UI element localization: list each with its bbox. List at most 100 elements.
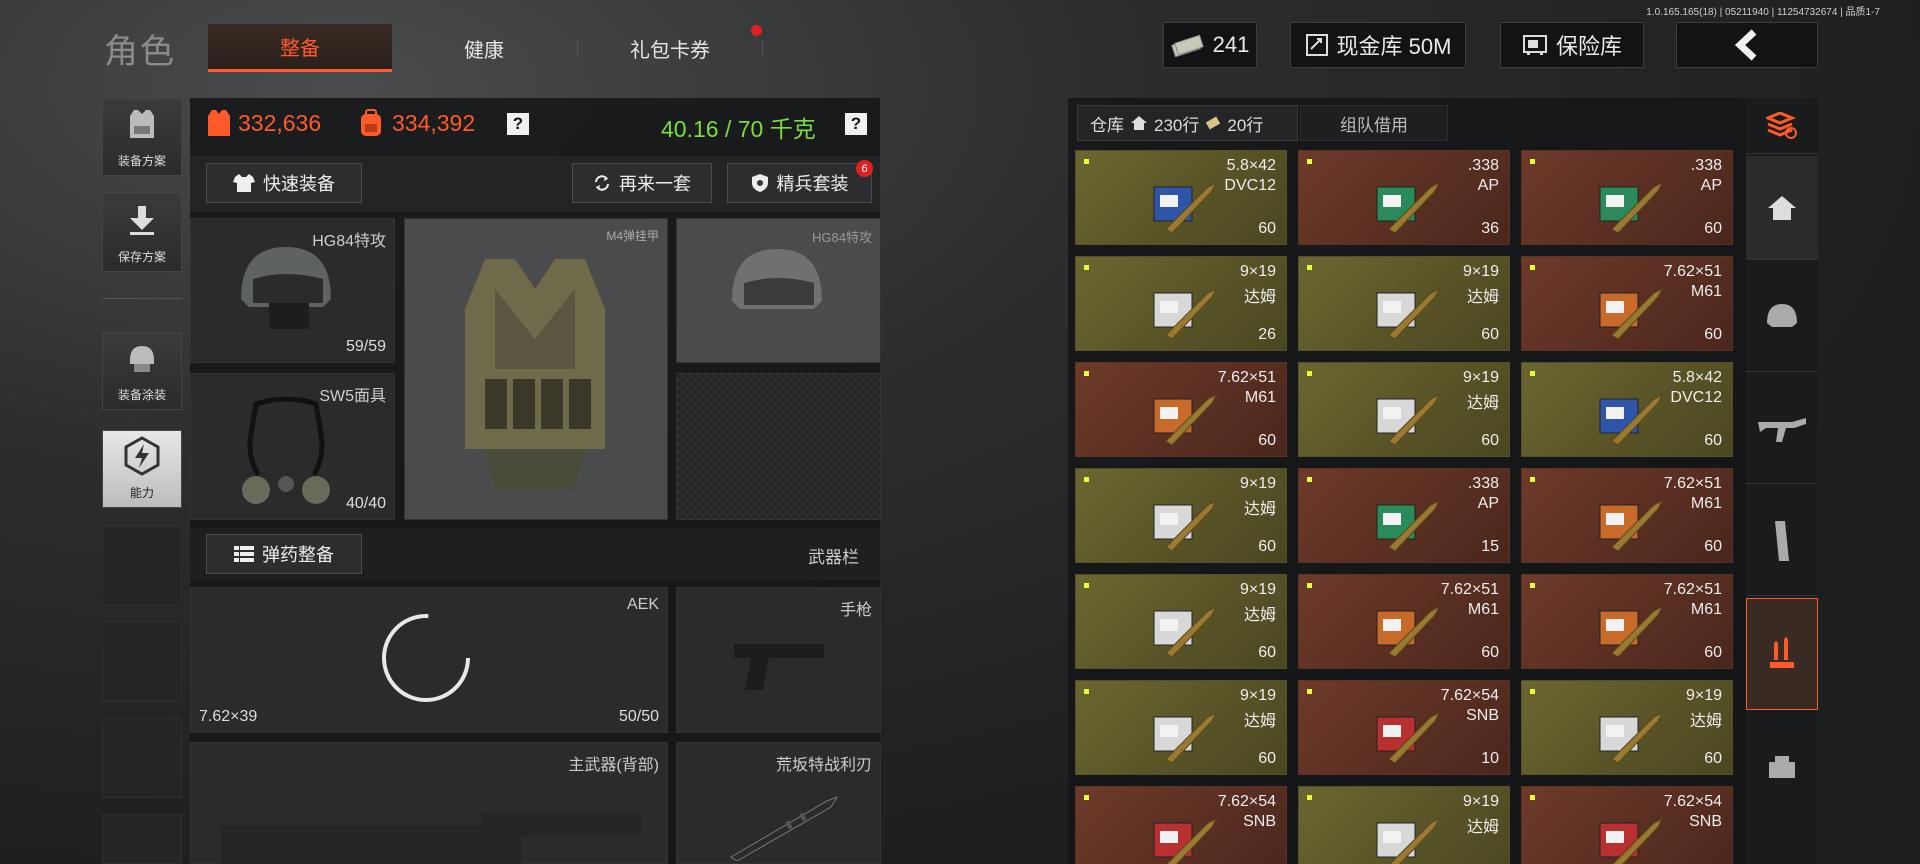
- pistol-silhouette-icon: [734, 644, 824, 690]
- category-tab-magazine[interactable]: [1746, 486, 1818, 596]
- ammo-icon: [1770, 637, 1794, 668]
- ammo-box-icon: [1599, 499, 1664, 551]
- category-tab-gear[interactable]: [1746, 712, 1818, 822]
- backpack-icon: [361, 109, 381, 136]
- safe-button[interactable]: 保险库: [1500, 22, 1644, 68]
- tab-equip[interactable]: 整备: [208, 24, 392, 72]
- knife-slot[interactable]: 荒坂特战利刃: [676, 742, 881, 864]
- item-caliber: 7.62×51: [1663, 581, 1722, 598]
- item-name: 达姆: [1466, 289, 1499, 306]
- item-quantity: 26: [1258, 326, 1276, 343]
- category-tab-home[interactable]: [1746, 156, 1818, 260]
- item-caliber: 7.62×54: [1440, 687, 1499, 704]
- storage-item[interactable]: 7.62×51 M61 60: [1521, 256, 1733, 351]
- storage-item[interactable]: 7.62×51 M61 60: [1075, 362, 1287, 457]
- storage-item[interactable]: 7.62×51 M61 60: [1521, 574, 1733, 669]
- home-icon: [1768, 195, 1796, 220]
- storage-item[interactable]: 9×19 达姆 26: [1075, 256, 1287, 351]
- item-name: M61: [1690, 601, 1722, 618]
- storage-item[interactable]: 7.62×54 SNB: [1075, 786, 1287, 864]
- item-name: 达姆: [1466, 819, 1499, 836]
- tab-health[interactable]: 健康: [392, 24, 576, 72]
- category-tab-rifle[interactable]: [1746, 374, 1818, 484]
- category-tab-helmet[interactable]: [1746, 262, 1818, 372]
- sidebar-item-ability[interactable]: 能力: [102, 430, 182, 508]
- sidebar-item-label: 保存方案: [117, 250, 166, 264]
- safe-label: 保险库: [1555, 34, 1622, 59]
- quick-equip-button[interactable]: 快速装备: [206, 163, 362, 203]
- storage-item[interactable]: 9×19 达姆 60: [1075, 468, 1287, 563]
- again-button[interactable]: 再来一套: [572, 163, 712, 203]
- category-tab-ammo[interactable]: [1746, 598, 1818, 710]
- storage-item[interactable]: 9×19 达姆 60: [1075, 574, 1287, 669]
- currency-button[interactable]: 241: [1163, 22, 1257, 68]
- storage-item[interactable]: 7.62×54 SNB: [1521, 786, 1733, 864]
- storage-rows-main: 230行: [1154, 115, 1200, 135]
- back-weapon-slot[interactable]: 主武器(背部): [190, 742, 668, 864]
- category-tab-sort[interactable]: [1746, 98, 1818, 154]
- item-quantity: 60: [1704, 538, 1722, 555]
- storage-tab[interactable]: 仓库 230行 20行: [1077, 105, 1298, 141]
- item-name: M61: [1690, 283, 1722, 300]
- storage-item[interactable]: 9×19 达姆 60: [1075, 680, 1287, 775]
- storage-item[interactable]: 5.8×42 DVC12 60: [1075, 150, 1287, 245]
- armor-slot[interactable]: M4弹挂甲: [404, 218, 668, 520]
- mask-slot[interactable]: SW5面具 40/40: [190, 373, 395, 520]
- value-help-button[interactable]: ?: [507, 113, 529, 135]
- ticket-icon: [1206, 116, 1221, 130]
- sidebar-item-label: 装备方案: [117, 154, 166, 168]
- mask-durability: 40/40: [345, 495, 386, 512]
- ammo-box-icon: [1376, 817, 1441, 864]
- storage-item[interactable]: .338 AP 36: [1298, 150, 1510, 245]
- item-name: M61: [1690, 495, 1722, 512]
- primary-weapon-ammo: 50/50: [618, 708, 659, 725]
- storage-item[interactable]: .338 AP 60: [1521, 150, 1733, 245]
- item-caliber: 5.8×42: [1672, 369, 1722, 386]
- item-caliber: 9×19: [1239, 475, 1276, 492]
- sidebar-item-loadout[interactable]: 装备方案: [102, 98, 182, 176]
- sidebar-empty-slot: [102, 622, 182, 702]
- download-icon: [122, 200, 162, 240]
- storage-item[interactable]: 7.62×51 M61 60: [1521, 468, 1733, 563]
- safe-icon: [1522, 35, 1547, 55]
- storage-item[interactable]: 5.8×42 DVC12 60: [1521, 362, 1733, 457]
- ammo-box-icon: [1153, 817, 1218, 864]
- item-quantity: 60: [1258, 644, 1276, 661]
- storage-item[interactable]: 7.62×54 SNB 10: [1298, 680, 1510, 775]
- empty-gear-slot[interactable]: [676, 373, 881, 520]
- ammo-box-icon: [1376, 711, 1441, 763]
- tab-gift-cards[interactable]: 礼包卡券: [578, 24, 762, 72]
- cash-vault-button[interactable]: 现金库 50M: [1290, 22, 1466, 68]
- item-caliber: .338: [1467, 157, 1499, 174]
- sidebar-item-save[interactable]: 保存方案: [102, 192, 182, 272]
- primary-weapon-slot[interactable]: AEK 7.62×39 50/50: [190, 587, 668, 733]
- storage-item[interactable]: .338 AP 15: [1298, 468, 1510, 563]
- team-borrow-tab[interactable]: 组队借用: [1300, 105, 1448, 141]
- mask-label: SW5面具: [319, 388, 386, 405]
- storage-item-grid: 5.8×42 DVC12 60.338 AP 36.338 AP 60 9×19 达姆 26 9×1…: [1075, 150, 1735, 864]
- helmet-paint-icon: [122, 338, 162, 378]
- version-text: 1.0.165.165(18) | 05211940 | 11254732674…: [1646, 7, 1880, 18]
- storage-item[interactable]: 7.62×51 M61 60: [1298, 574, 1510, 669]
- item-name: DVC12: [1670, 389, 1722, 406]
- back-button[interactable]: [1676, 22, 1818, 68]
- storage-item[interactable]: 9×19 达姆: [1298, 786, 1510, 864]
- sidebar-empty-slot: [102, 814, 182, 864]
- storage-item[interactable]: 9×19 达姆 60: [1521, 680, 1733, 775]
- ammo-box-icon: [1376, 393, 1441, 445]
- new-item-dot: [1307, 477, 1312, 482]
- weight-help-button[interactable]: ?: [845, 113, 867, 135]
- sidebar-item-skin[interactable]: 装备涂装: [102, 332, 182, 410]
- storage-item[interactable]: 9×19 达姆 60: [1298, 362, 1510, 457]
- pistol-slot[interactable]: 手枪: [676, 587, 881, 733]
- ammo-box-icon: [1599, 393, 1664, 445]
- helmet-preview-slot[interactable]: HG84特攻: [676, 218, 881, 363]
- storage-item[interactable]: 9×19 达姆 60: [1298, 256, 1510, 351]
- helmet-preview-label: HG84特攻: [812, 230, 872, 245]
- ammo-button[interactable]: 弹药整备: [206, 534, 362, 574]
- elite-set-button[interactable]: 精兵套装: [727, 163, 872, 203]
- ammo-box-icon: [1153, 393, 1218, 445]
- sidebar-divider: [102, 298, 182, 299]
- helmet-slot[interactable]: HG84特攻 59/59: [190, 218, 395, 363]
- item-caliber: 9×19: [1239, 263, 1276, 280]
